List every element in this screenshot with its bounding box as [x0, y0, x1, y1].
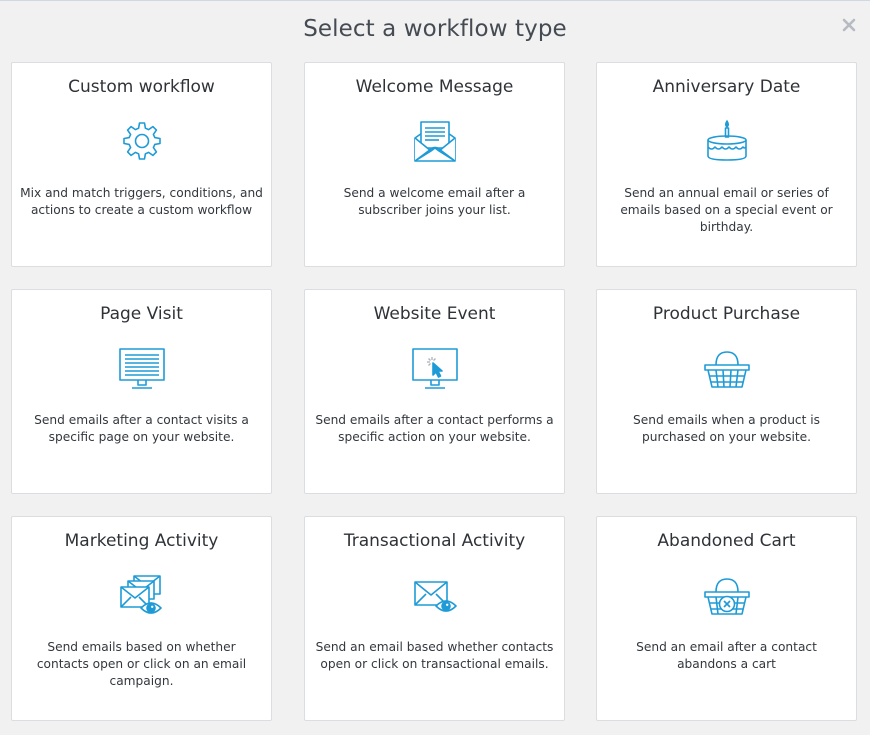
card-title: Page Visit: [100, 304, 183, 324]
envelope-letter-icon: [413, 121, 456, 162]
card-description: Send emails when a product is purchased …: [632, 413, 821, 444]
card-page-visit[interactable]: Page Visit Send emails after a contact v…: [11, 289, 272, 494]
workflow-type-modal: Select a workflow type Custom workflow M…: [0, 0, 870, 735]
birthday-cake-icon: [706, 120, 747, 161]
card-title: Product Purchase: [652, 304, 801, 324]
card-abandoned-cart[interactable]: Abandoned Cart Send an email after a con…: [596, 516, 857, 721]
card-transactional-activity[interactable]: Transactional Activity Send an email bas…: [304, 516, 565, 721]
card-title: Marketing Activity: [64, 531, 219, 551]
card-title: Website Event: [373, 304, 496, 324]
card-description: Mix and match triggers, conditions, and …: [20, 186, 263, 217]
card-title: Transactional Activity: [343, 531, 526, 551]
shopping-basket-icon: [703, 351, 750, 388]
envelope-eye-icon: [413, 581, 457, 612]
modal-title: Select a workflow type: [303, 16, 567, 42]
monitor-cursor-icon: [411, 348, 458, 389]
gear-icon: [122, 122, 161, 160]
top-divider: [0, 0, 870, 1]
close-icon: [842, 18, 856, 32]
card-description: Send an email after a contact abandons a…: [636, 640, 817, 671]
card-description: Send a welcome email after a subscriber …: [343, 186, 526, 217]
card-welcome-message[interactable]: Welcome Message Send a welcome email aft…: [304, 62, 565, 267]
card-description: Send emails after a contact visits a spe…: [34, 413, 249, 444]
card-title: Welcome Message: [355, 77, 514, 97]
envelopes-eye-icon: [119, 575, 162, 614]
card-custom-workflow[interactable]: Custom workflow Mix and match triggers, …: [11, 62, 272, 267]
card-marketing-activity[interactable]: Marketing Activity Send emails based on …: [11, 516, 272, 721]
card-title: Abandoned Cart: [657, 531, 796, 551]
card-anniversary-date[interactable]: Anniversary Date Send an annual email or…: [596, 62, 857, 267]
card-title: Anniversary Date: [652, 77, 801, 97]
card-title: Custom workflow: [68, 77, 215, 97]
basket-cancel-icon: [703, 578, 750, 615]
card-product-purchase[interactable]: Product Purchase Send emails when a prod…: [596, 289, 857, 494]
card-description: Send an annual email or series of emails…: [620, 186, 833, 234]
card-website-event[interactable]: Website Event Send emails after a contac…: [304, 289, 565, 494]
monitor-page-icon: [118, 348, 165, 389]
card-description: Send emails based on whether contacts op…: [36, 640, 247, 688]
close-button[interactable]: [840, 16, 858, 34]
card-description: Send an email based whether contacts ope…: [315, 640, 554, 671]
card-description: Send emails after a contact performs a s…: [315, 413, 554, 444]
